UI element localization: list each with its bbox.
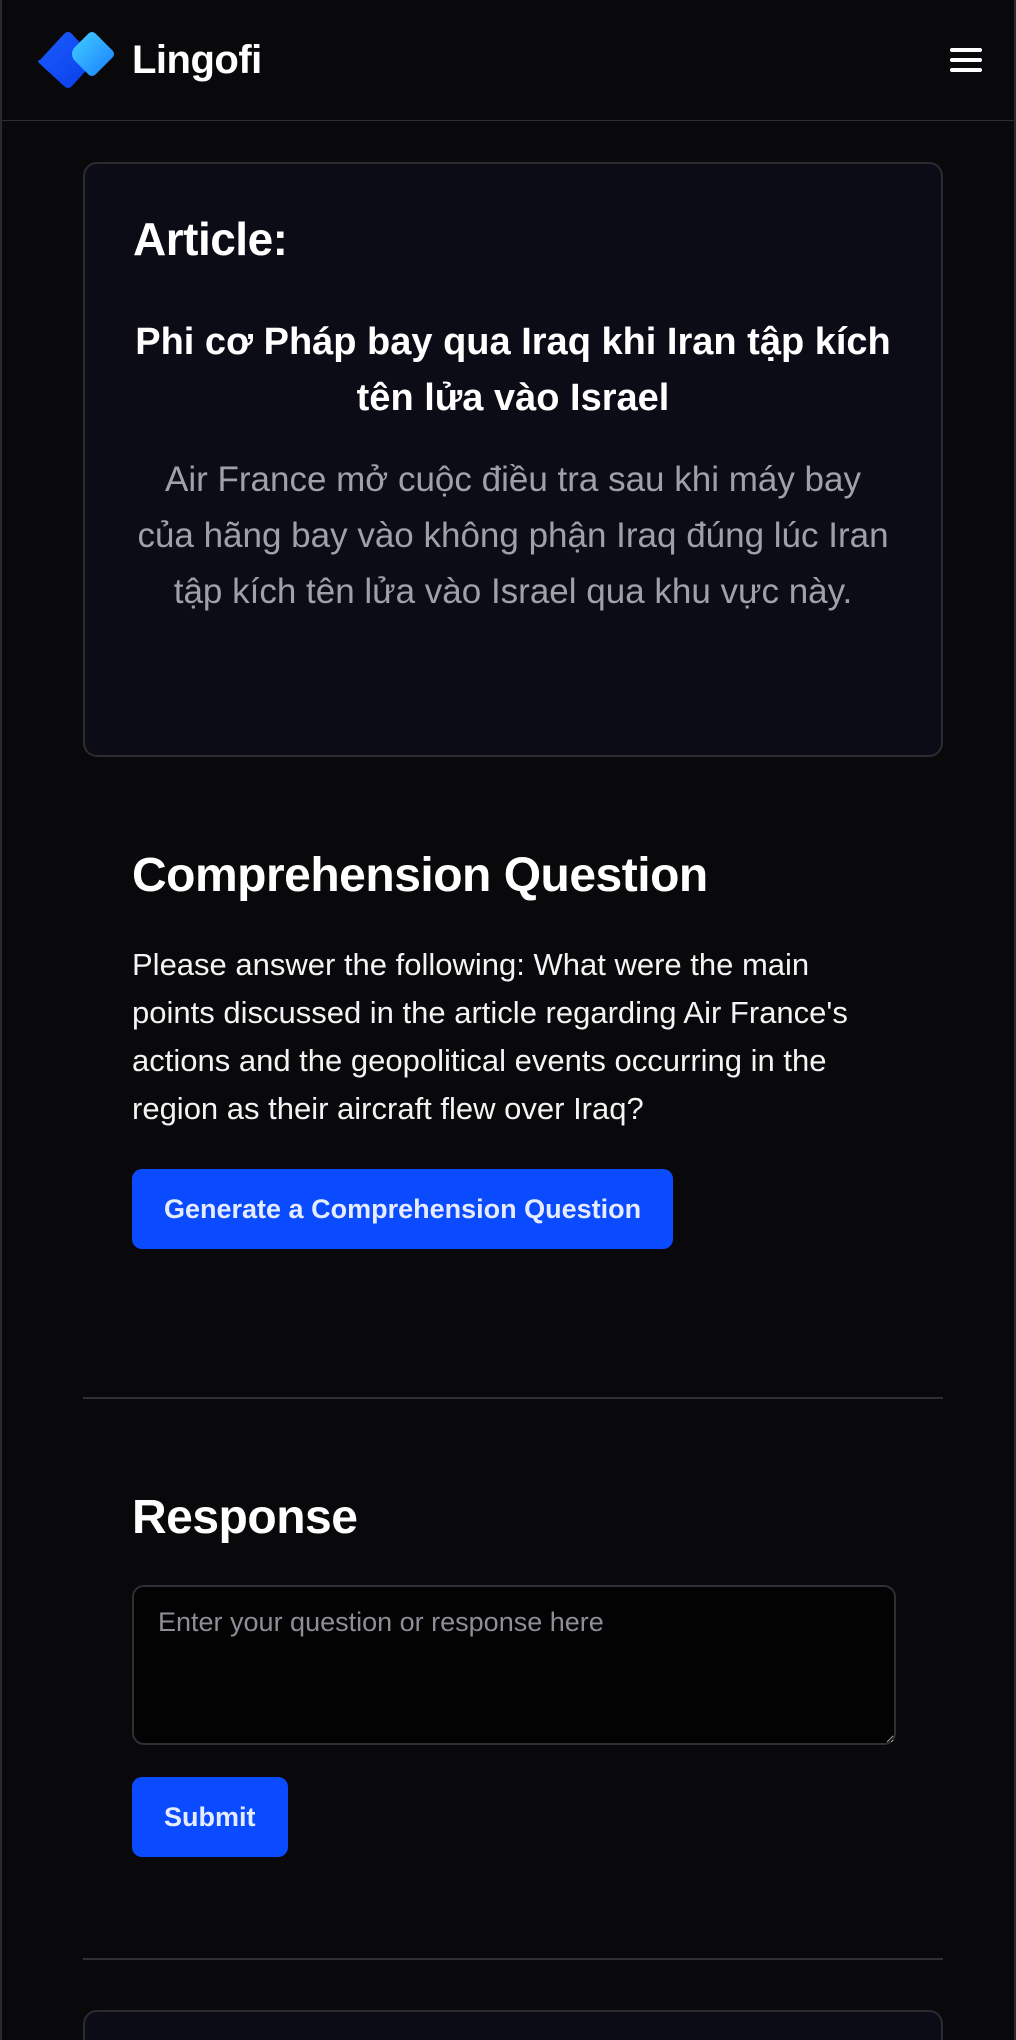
page: Lingofi Article: Phi cơ Pháp bay qua Ira…: [0, 0, 1016, 2040]
brand-name: Lingofi: [132, 37, 262, 82]
comprehension-question: Please answer the following: What were t…: [132, 947, 848, 1126]
section-divider: [83, 1397, 943, 1399]
top-header: Lingofi: [2, 0, 1014, 121]
diamond-logo-icon: [34, 26, 118, 94]
article-title: Phi cơ Pháp bay qua Iraq khi Iran tập kí…: [135, 321, 891, 419]
comprehension-section: Comprehension Question Please answer the…: [132, 848, 892, 1249]
generate-question-button[interactable]: Generate a Comprehension Question: [132, 1169, 674, 1249]
article-summary: Air France mở cuộc điều tra sau khi máy …: [137, 460, 889, 611]
response-input[interactable]: [132, 1585, 896, 1745]
response-title: Response: [132, 1491, 358, 1544]
brand[interactable]: Lingofi: [34, 26, 262, 94]
section-divider: [83, 1958, 943, 1960]
hamburger-menu-icon[interactable]: [948, 45, 984, 75]
response-section: Response Submit: [132, 1490, 896, 1857]
article-card: Article: Phi cơ Pháp bay qua Iraq khi Ir…: [83, 162, 943, 757]
submit-button[interactable]: Submit: [132, 1777, 288, 1857]
article-label: Article:: [133, 213, 288, 265]
comprehension-title: Comprehension Question: [132, 849, 708, 902]
next-card: [83, 2010, 943, 2040]
